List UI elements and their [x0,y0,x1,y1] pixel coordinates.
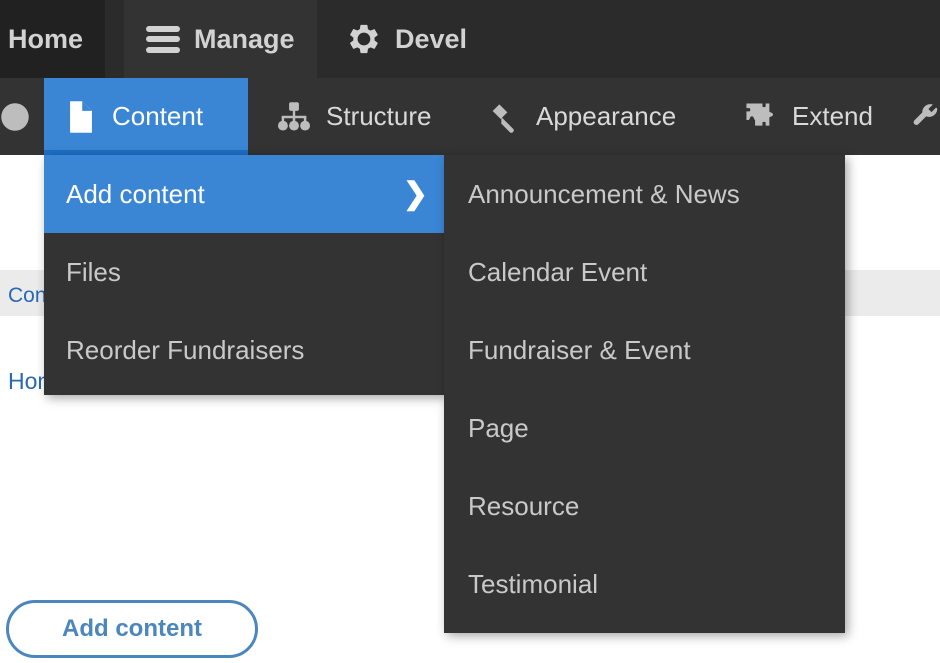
hamburger-icon [146,25,180,53]
tray-item-content[interactable]: Content [44,78,248,155]
submenu-item-testimonial[interactable]: Testimonial [444,545,845,623]
toolbar-tab-home-label: Home [8,23,84,54]
toolbar-tab-devel-label: Devel [395,23,468,54]
tray-item-appearance-label: Appearance [536,101,677,131]
menu-item-reorder-fundraisers[interactable]: Reorder Fundraisers [44,311,444,389]
admin-toolbar-tray: Content Structure Appearance Extend [0,78,940,155]
add-content-submenu: Announcement & News Calendar Event Fundr… [444,155,845,633]
puzzle-piece-icon [744,102,776,132]
gear-icon [347,22,381,56]
toolbar-tab-devel[interactable]: Devel [325,0,490,78]
tray-item-extend-label: Extend [792,101,873,131]
submenu-item-announcement-news[interactable]: Announcement & News [444,155,845,233]
menu-item-files-label: Files [66,256,121,287]
home-circle-icon [0,102,30,132]
add-content-button[interactable]: Add content [6,600,258,658]
menu-item-files[interactable]: Files [44,233,444,311]
toolbar-tab-home[interactable]: Home [0,0,106,78]
wrench-icon [911,102,940,132]
submenu-item-calendar-event[interactable]: Calendar Event [444,233,845,311]
submenu-item-resource-label: Resource [468,490,580,521]
tray-item-structure[interactable]: Structure [256,78,454,155]
menu-item-reorder-fundraisers-label: Reorder Fundraisers [66,334,305,365]
sitemap-icon [278,101,310,132]
tray-item-structure-label: Structure [326,101,432,131]
tray-item-configuration[interactable] [905,78,940,155]
tray-item-extend[interactable]: Extend [722,78,895,155]
submenu-item-page[interactable]: Page [444,389,845,467]
admin-content-page: Content Home»Administration Add content … [0,0,940,663]
submenu-item-page-label: Page [468,412,529,443]
menu-item-add-content-label: Add content [66,178,205,209]
tray-item-content-label: Content [112,101,204,131]
tray-item-appearance[interactable]: Appearance [466,78,698,155]
toolbar-tab-manage-label: Manage [194,23,295,54]
submenu-item-calendar-event-label: Calendar Event [468,256,648,287]
admin-toolbar-bar: Home Manage Devel [0,0,940,78]
toolbar-tab-manage[interactable]: Manage [124,0,317,78]
submenu-item-resource[interactable]: Resource [444,467,845,545]
submenu-item-fundraiser-event[interactable]: Fundraiser & Event [444,311,845,389]
chevron-right-icon: ❯ [402,177,428,211]
file-icon [66,100,96,134]
submenu-item-testimonial-label: Testimonial [468,568,599,599]
content-menu-dropdown: Add content ❯ Files Reorder Fundraisers [44,155,444,395]
submenu-item-fundraiser-event-label: Fundraiser & Event [468,334,691,365]
menu-item-add-content[interactable]: Add content ❯ [44,155,444,233]
submenu-item-announcement-news-label: Announcement & News [468,178,740,209]
paintbrush-icon [488,101,520,133]
